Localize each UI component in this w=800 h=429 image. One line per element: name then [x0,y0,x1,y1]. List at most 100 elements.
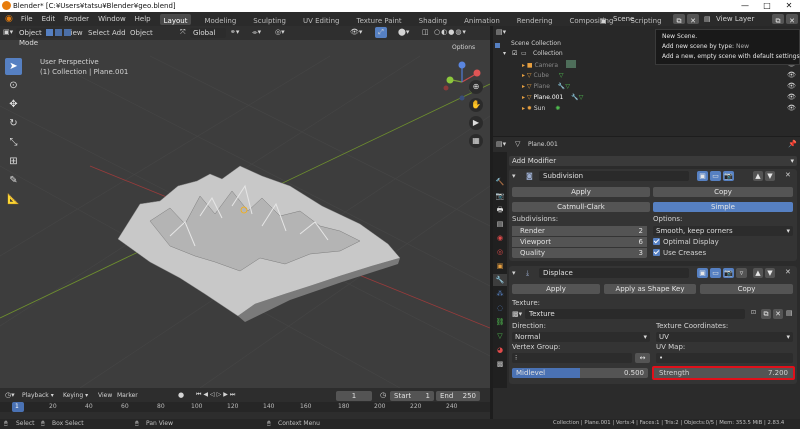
subdivision-name-field[interactable]: Subdivision [539,171,689,181]
tab-rendering[interactable]: Rendering [513,14,557,25]
preview-range-icon[interactable]: ◷ [380,391,386,399]
tab-texture-paint[interactable]: Texture Paint [353,14,406,25]
cursor-tool-icon[interactable]: ⊙ [5,77,22,94]
subdivision-editmode-icon[interactable]: ▣ [697,171,708,181]
measure-tool-icon[interactable]: 📐 [5,191,22,208]
outliner-editor-icon[interactable]: ▤▾ [496,28,506,36]
midlevel-slider[interactable]: Midlevel 0.500 [512,368,648,378]
particles-tab-icon[interactable]: ⁂ [493,288,507,300]
texture-coordinates-dropdown[interactable]: UV ▾ [656,332,793,342]
subdivision-collapse-icon[interactable]: ▾ [512,172,516,180]
pivot-icon[interactable]: ⚭▾ [230,28,239,36]
transform-tool-icon[interactable]: ⊞ [5,153,22,170]
data-tab-icon[interactable]: ▽ [493,330,507,342]
maximize-icon[interactable]: □ [756,0,778,12]
object-tab-icon[interactable]: ▣ [493,260,507,272]
properties-editor-icon[interactable]: ▤▾ [496,140,506,148]
outliner-item-camera[interactable]: ▸ ■ Camera [522,60,576,70]
view-layer-name[interactable]: View Layer [716,13,754,25]
scale-tool-icon[interactable]: ⤡ [5,134,22,151]
select-subtract-icon[interactable] [64,29,71,36]
menu-help[interactable]: Help [135,12,151,26]
subdivision-viewport-icon[interactable]: ▭ [710,171,721,181]
menu-render[interactable]: Render [64,12,89,26]
render-levels-field[interactable]: Render 2 [512,226,647,236]
texture-copy-icon[interactable]: ⧉ [761,309,771,319]
overlay-icon[interactable]: ⬤▾ [398,28,409,36]
displace-viewport-icon[interactable]: ▭ [710,268,721,278]
texture-tab-icon[interactable]: ▩ [493,358,507,370]
outliner-item-cube[interactable]: ▸ ▽ Cube ▽ [522,71,564,81]
displace-editmode-icon[interactable]: ▣ [697,268,708,278]
collection-expand-icon[interactable]: ▾ [503,50,506,57]
menu-marker[interactable]: Marker [117,392,138,399]
displace-delete-icon[interactable]: ✕ [785,268,791,276]
select-box-tool-icon[interactable]: ➤ [5,58,22,75]
end-frame-field[interactable]: End 250 [436,391,480,401]
world-tab-icon[interactable]: ◎ [493,246,507,258]
select-new-icon[interactable] [46,29,53,36]
displace-copy-button[interactable]: Copy [700,284,793,294]
menu-file[interactable]: File [21,12,33,26]
playback-controls-icons[interactable]: ⏮◀◁▷▶⏭ [196,391,237,399]
start-frame-field[interactable]: Start 1 [390,391,434,401]
constraints-tab-icon[interactable]: ⛓ [493,316,507,328]
rotate-tool-icon[interactable]: ↻ [5,115,22,132]
optimal-display-checkbox[interactable]: Optimal Display [653,238,719,246]
tab-shading[interactable]: Shading [415,14,451,25]
select-extend-icon[interactable] [55,29,62,36]
strength-field[interactable]: Strength 7.200 [652,366,795,380]
displace-apply-button[interactable]: Apply [512,284,600,294]
plane-visibility-icon[interactable]: 👁 [787,82,796,90]
subdivision-move-down-icon[interactable]: ▼ [765,171,775,181]
delete-view-layer-button[interactable]: ✕ [786,14,798,25]
tab-compositing[interactable]: Compositing [566,14,618,25]
modifier-tab-icon[interactable]: 🔧 [493,274,507,286]
transform-orientation-dropdown[interactable]: Global [190,28,226,38]
snap-icon[interactable]: ⌯▾ [252,28,261,37]
displace-move-down-icon[interactable]: ▼ [765,268,775,278]
tab-layout[interactable]: Layout [159,13,192,25]
displace-render-icon[interactable]: 📷 [723,268,734,278]
current-frame-field[interactable]: 1 [336,391,372,401]
subdivision-render-icon[interactable]: 📷 [723,171,734,181]
sun-visibility-icon[interactable]: 👁 [787,104,796,112]
collection-label[interactable]: Collection [533,50,563,57]
gizmo-toggle-icon[interactable]: ⤢ [375,27,387,38]
minimize-icon[interactable]: — [734,0,756,12]
record-icon[interactable]: ● [178,391,184,399]
tab-uv-editing[interactable]: UV Editing [299,14,344,25]
tab-sculpting[interactable]: Sculpting [249,14,290,25]
options-dropdown[interactable]: Options [452,44,475,51]
material-tab-icon[interactable]: ◕ [493,344,507,356]
uv-smooth-dropdown[interactable]: Smooth, keep corners ▾ [653,226,793,236]
direction-dropdown[interactable]: Normal ▾ [512,332,650,342]
catmull-clark-tab[interactable]: Catmull-Clark [512,202,650,212]
xray-icon[interactable]: ◫ [422,28,429,36]
vertex-group-field[interactable]: ⁝ [512,353,632,363]
pin-icon[interactable]: 📌 [788,140,797,148]
tab-modeling[interactable]: Modeling [200,14,240,25]
menu-timeline-view[interactable]: View [98,392,112,399]
simple-tab[interactable]: Simple [653,202,793,212]
hand-pan-icon[interactable]: ✋ [469,98,483,112]
outliner-item-plane[interactable]: ▸ ▽ Plane 🔧▽ [522,82,570,92]
uv-map-field[interactable]: • [656,353,793,363]
scene-tab-icon[interactable]: ◉ [493,232,507,244]
visibility-icon[interactable]: 👁▾ [350,28,362,36]
menu-select[interactable]: Select [88,29,110,37]
proportional-edit-icon[interactable]: ◎▾ [275,28,285,36]
menu-edit[interactable]: Edit [42,12,56,26]
view-layer-tab-icon[interactable]: ▤ [493,218,507,230]
texture-field[interactable]: Texture [525,309,745,319]
texture-properties-icon[interactable]: ▤ [786,309,793,317]
timeline-editor-icon[interactable]: ◷▾ [5,391,15,399]
editor-type-icon[interactable]: ▣▾ [3,28,13,36]
outliner-item-plane-001[interactable]: ▸ ▽ Plane.001 🔧▽ [522,93,583,103]
shading-mode-icons[interactable]: ○◐●◍▾ [434,28,467,36]
scene-collection-label[interactable]: Scene Collection [511,40,561,47]
displace-move-up-icon[interactable]: ▲ [753,268,763,278]
menu-object[interactable]: Object [130,29,153,37]
cube-visibility-icon[interactable]: 👁 [787,71,796,79]
plane-001-visibility-icon[interactable]: 👁 [787,93,796,101]
